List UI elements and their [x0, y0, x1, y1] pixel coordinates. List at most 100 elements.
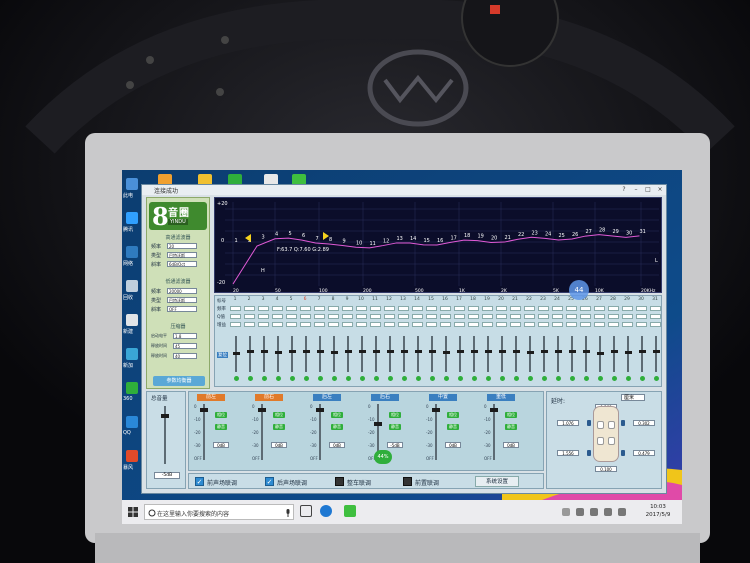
band-param-field[interactable] [230, 306, 241, 311]
band-param-field[interactable] [580, 314, 591, 319]
band-enable-dot[interactable] [569, 376, 575, 381]
band-param-field[interactable] [272, 306, 283, 311]
band-enable-dot[interactable] [345, 376, 351, 381]
band-enable-dot[interactable] [317, 376, 323, 381]
band-gain-slider[interactable] [473, 336, 475, 372]
band-param-field[interactable] [258, 322, 269, 327]
band-gain-knob[interactable] [358, 350, 366, 354]
band-gain-knob[interactable] [302, 350, 310, 354]
band-gain-knob[interactable] [414, 350, 422, 354]
channel-phase-button[interactable]: 相位 [447, 412, 459, 418]
band-enable-dot[interactable] [275, 376, 281, 381]
delay-value-sub[interactable]: 0.100 [595, 466, 617, 472]
band-param-field[interactable] [412, 306, 423, 311]
band-param-field[interactable] [608, 322, 619, 327]
hp-freq-input[interactable]: 20 [167, 243, 197, 249]
channel-gain-value[interactable]: 0dB [271, 442, 287, 448]
band-param-field[interactable] [314, 306, 325, 311]
band-param-field[interactable] [342, 306, 353, 311]
band-gain-knob[interactable] [512, 350, 520, 354]
band-enable-dot[interactable] [457, 376, 463, 381]
band-gain-knob[interactable] [316, 350, 324, 354]
band-gain-knob[interactable] [498, 350, 506, 354]
band-gain-knob[interactable] [484, 349, 492, 353]
band-param-field[interactable] [622, 306, 633, 311]
band-param-field[interactable] [538, 306, 549, 311]
band-gain-slider[interactable] [459, 336, 461, 372]
band-param-field[interactable] [496, 322, 507, 327]
band-param-field[interactable] [300, 322, 311, 327]
band-param-field[interactable] [286, 314, 297, 319]
whole-car-link-checkbox-box[interactable]: ✓ [335, 477, 344, 486]
band-gain-knob[interactable] [442, 351, 450, 355]
band-param-field[interactable] [566, 322, 577, 327]
response-curve-canvas[interactable]: 20501002005001K2K5K10K20KHz+20-200123456… [215, 198, 663, 294]
band-param-field[interactable] [398, 314, 409, 319]
master-volume-value[interactable]: -5dB [154, 472, 180, 479]
speaker-front-left-icon[interactable] [587, 420, 591, 426]
lp-slope-select[interactable]: OFF [167, 306, 197, 312]
band-gain-slider[interactable] [501, 336, 503, 372]
desktop-shortcut-icon[interactable] [126, 314, 138, 326]
band-enable-dot[interactable] [639, 376, 645, 381]
band-param-field[interactable] [244, 322, 255, 327]
band-param-field[interactable] [636, 322, 647, 327]
band-gain-knob[interactable] [610, 350, 618, 354]
band-gain-knob[interactable] [344, 350, 352, 354]
band-enable-dot[interactable] [359, 376, 365, 381]
band-param-field[interactable] [524, 322, 535, 327]
band-enable-dot[interactable] [443, 376, 449, 381]
desktop-shortcut-icon[interactable] [126, 178, 138, 190]
band-gain-slider[interactable] [249, 336, 251, 372]
channel-gain-track[interactable] [203, 404, 205, 460]
band-enable-dot[interactable] [429, 376, 435, 381]
band-param-field[interactable] [398, 322, 409, 327]
band-enable-dot[interactable] [611, 376, 617, 381]
lp-freq-input[interactable]: 20000 [167, 288, 197, 294]
band-param-field[interactable] [230, 322, 241, 327]
band-param-field[interactable] [454, 306, 465, 311]
band-param-field[interactable] [524, 314, 535, 319]
channel-gain-value[interactable]: 0dB [329, 442, 345, 448]
band-gain-knob[interactable] [554, 349, 562, 353]
band-gain-knob[interactable] [624, 351, 632, 355]
band-param-field[interactable] [328, 314, 339, 319]
taskbar-clock[interactable]: 10:03 2017/5/9 [638, 503, 678, 519]
band-param-field[interactable] [314, 314, 325, 319]
limiter-level-input[interactable]: 1.8 [173, 333, 197, 339]
band-enable-dot[interactable] [583, 376, 589, 381]
band-gain-slider[interactable] [557, 336, 559, 372]
band-param-field[interactable] [482, 314, 493, 319]
band-enable-dot[interactable] [261, 376, 267, 381]
band-param-field[interactable] [356, 322, 367, 327]
band-gain-knob[interactable] [372, 350, 380, 354]
band-param-field[interactable] [258, 306, 269, 311]
band-param-field[interactable] [566, 314, 577, 319]
band-param-field[interactable] [412, 314, 423, 319]
band-param-field[interactable] [552, 322, 563, 327]
band-enable-dot[interactable] [513, 376, 519, 381]
band-gain-slider[interactable] [375, 336, 377, 372]
band-param-field[interactable] [552, 306, 563, 311]
band-gain-knob[interactable] [540, 350, 548, 354]
band-param-field[interactable] [440, 314, 451, 319]
band-gain-knob[interactable] [596, 352, 604, 356]
band-param-field[interactable] [496, 306, 507, 311]
band-gain-knob[interactable] [526, 351, 534, 355]
band-gain-slider[interactable] [655, 336, 657, 372]
channel-gain-knob[interactable] [374, 422, 382, 426]
delay-unit-select[interactable]: 厘米 [621, 394, 645, 401]
band-gain-knob[interactable] [330, 351, 338, 355]
tray-chevron-icon[interactable] [562, 508, 570, 516]
task-view-icon[interactable] [300, 505, 312, 517]
desktop-shortcut-icon[interactable] [126, 348, 138, 360]
band-param-field[interactable] [342, 314, 353, 319]
desktop-shortcut-icon[interactable] [126, 382, 138, 394]
band-param-field[interactable] [650, 322, 661, 327]
band-param-field[interactable] [230, 314, 241, 319]
band-gain-slider[interactable] [361, 336, 363, 372]
hp-type-select[interactable]: 巴特沃斯 [167, 252, 197, 258]
channel-phase-button[interactable]: 相位 [215, 412, 227, 418]
band-enable-dot[interactable] [289, 376, 295, 381]
channel-mute-button[interactable]: 静音 [331, 424, 343, 430]
